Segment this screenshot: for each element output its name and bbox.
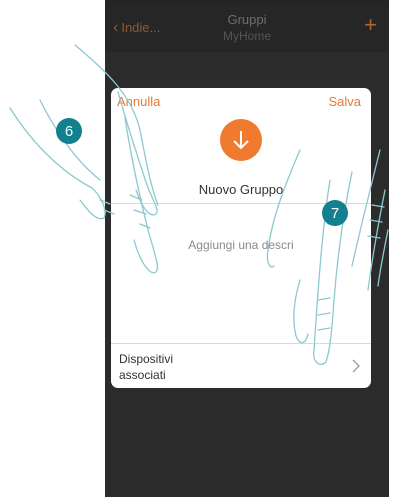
hand-outline bbox=[293, 279, 309, 344]
hand-illustrations bbox=[9, 44, 389, 365]
hand-outline bbox=[367, 189, 386, 291]
step-badge-7: 7 bbox=[322, 200, 348, 226]
hand-lines bbox=[317, 297, 331, 331]
step-badge-6: 6 bbox=[56, 118, 82, 144]
hand-outline bbox=[333, 171, 353, 301]
hand-outline bbox=[266, 149, 301, 268]
hand-outline bbox=[351, 149, 381, 267]
hand-outline bbox=[117, 91, 158, 216]
